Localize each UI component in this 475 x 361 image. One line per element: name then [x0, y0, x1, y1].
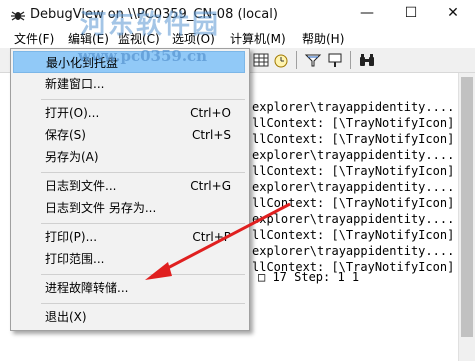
arrow-shaft [159, 202, 291, 274]
annotation-arrow [145, 202, 291, 280]
arrow-head [145, 262, 172, 280]
